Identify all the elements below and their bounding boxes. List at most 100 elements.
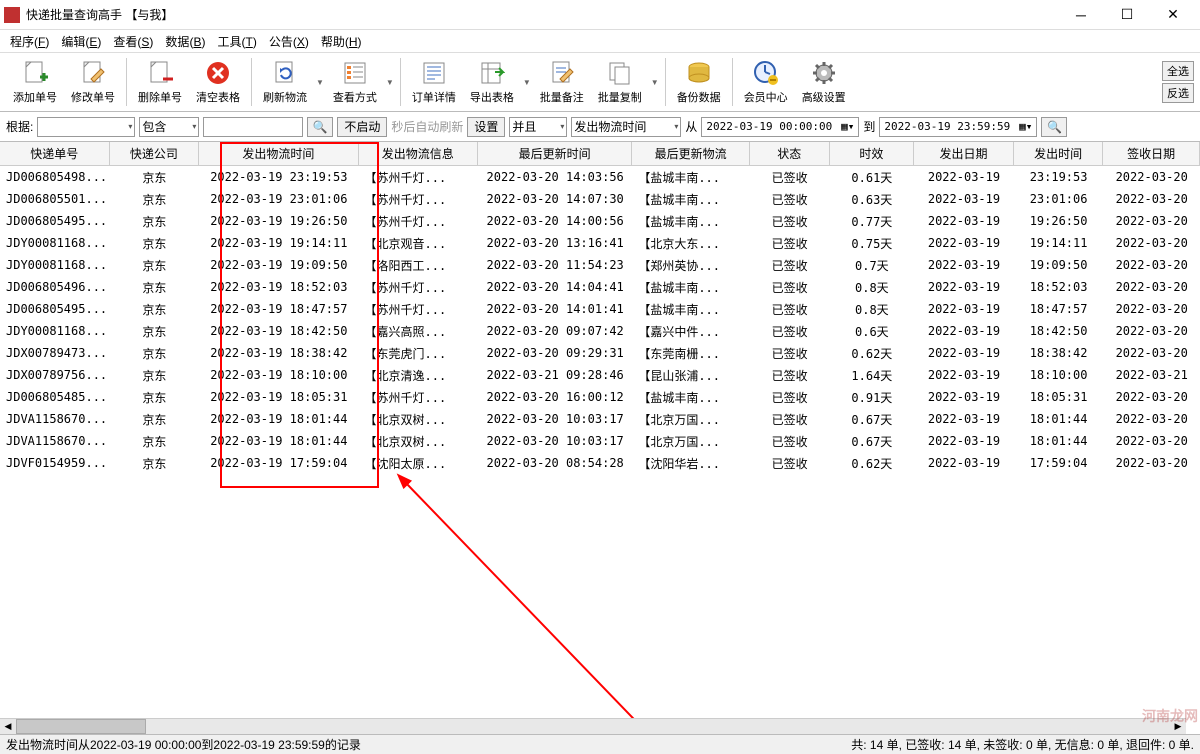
settings-button[interactable]: 高级设置 (795, 54, 853, 110)
viewmode-button[interactable]: 查看方式 (326, 54, 384, 110)
close-button[interactable]: ✕ (1150, 1, 1196, 29)
col-tracking[interactable]: 快递单号 (0, 142, 110, 165)
cell: JD006805501... (0, 188, 110, 210)
backup-button[interactable]: 备份数据 (670, 54, 728, 110)
refresh-button[interactable]: 刷新物流 (256, 54, 314, 110)
cell: 0.77天 (830, 210, 915, 232)
cell: 18:01:44 (1014, 430, 1104, 452)
and-combo[interactable]: 并且▾ (509, 117, 567, 137)
col-shiptime2[interactable]: 发出时间 (1014, 142, 1104, 165)
cell: 18:01:44 (1014, 408, 1104, 430)
cell: 【北京观音... (359, 232, 479, 254)
export-button[interactable]: 导出表格 (463, 54, 521, 110)
cell: 2022-03-20 09:29:31 (478, 342, 632, 364)
scroll-thumb[interactable] (16, 719, 146, 734)
horizontal-scrollbar[interactable]: ◀ ▶ (0, 718, 1186, 734)
col-duration[interactable]: 时效 (830, 142, 915, 165)
basis-combo[interactable]: ▾ (37, 117, 135, 137)
delete-button[interactable]: 删除单号 (131, 54, 189, 110)
date-from-input[interactable]: 2022-03-19 00:00:00▦▾ (701, 117, 859, 137)
notes-icon (548, 59, 576, 87)
menu-notice[interactable]: 公告(X) (263, 31, 315, 52)
member-button[interactable]: 会员中心 (737, 54, 795, 110)
copy-dropdown[interactable]: ▼ (649, 78, 661, 87)
menu-program[interactable]: 程序(F) (4, 31, 55, 52)
detail-button[interactable]: 订单详情 (405, 54, 463, 110)
field-combo[interactable]: 发出物流时间▾ (571, 117, 681, 137)
cell: 2022-03-20 (1103, 320, 1200, 342)
table-row[interactable]: JDY00081168...京东2022-03-19 18:42:50【嘉兴高照… (0, 320, 1200, 342)
col-company[interactable]: 快递公司 (110, 142, 200, 165)
col-updateinfo[interactable]: 最后更新物流 (632, 142, 750, 165)
cell: JD006805495... (0, 210, 110, 232)
table-row[interactable]: JD006805496...京东2022-03-19 18:52:03【苏州千灯… (0, 276, 1200, 298)
cell: 0.63天 (830, 188, 915, 210)
clear-button[interactable]: 清空表格 (189, 54, 247, 110)
table-row[interactable]: JD006805495...京东2022-03-19 19:26:50【苏州千灯… (0, 210, 1200, 232)
cell: 【苏州千灯... (359, 298, 479, 320)
table-row[interactable]: JDY00081168...京东2022-03-19 19:14:11【北京观音… (0, 232, 1200, 254)
cell: 【嘉兴高照... (359, 320, 479, 342)
col-shiptime[interactable]: 发出物流时间 (199, 142, 358, 165)
viewmode-dropdown[interactable]: ▼ (384, 78, 396, 87)
col-updatetime[interactable]: 最后更新时间 (478, 142, 632, 165)
cell: 【苏州千灯... (359, 386, 479, 408)
cell: 0.7天 (830, 254, 915, 276)
table-row[interactable]: JD006805485...京东2022-03-19 18:05:31【苏州千灯… (0, 386, 1200, 408)
table-row[interactable]: JD006805495...京东2022-03-19 18:47:57【苏州千灯… (0, 298, 1200, 320)
menu-data[interactable]: 数据(B) (159, 31, 211, 52)
cell: 已签收 (750, 298, 830, 320)
maximize-button[interactable]: ☐ (1104, 1, 1150, 29)
filter-search-button[interactable]: 🔍 (1041, 117, 1067, 137)
col-shipdate[interactable]: 发出日期 (914, 142, 1014, 165)
cell: JDX00789473... (0, 342, 110, 364)
cell: 2022-03-20 (1103, 452, 1200, 474)
menubar: 程序(F) 编辑(E) 查看(S) 数据(B) 工具(T) 公告(X) 帮助(H… (0, 30, 1200, 52)
invert-select-button[interactable]: 反选 (1162, 83, 1194, 103)
col-status[interactable]: 状态 (750, 142, 830, 165)
cell: 0.75天 (830, 232, 915, 254)
cell: 18:47:57 (1014, 298, 1104, 320)
menu-edit[interactable]: 编辑(E) (55, 31, 107, 52)
cell: 0.67天 (830, 408, 915, 430)
setup-button[interactable]: 设置 (467, 117, 505, 137)
scroll-left[interactable]: ◀ (0, 719, 16, 734)
nostart-button[interactable]: 不启动 (337, 117, 387, 137)
menu-help[interactable]: 帮助(H) (315, 31, 368, 52)
copy-button[interactable]: 批量复制 (591, 54, 649, 110)
status-right: 共: 14 单, 已签收: 14 单, 未签收: 0 单, 无信息: 0 单, … (851, 736, 1194, 753)
refresh-dropdown[interactable]: ▼ (314, 78, 326, 87)
table-row[interactable]: JD006805501...京东2022-03-19 23:01:06【苏州千灯… (0, 188, 1200, 210)
cell: 【苏州千灯... (359, 188, 479, 210)
table-body: JD006805498...京东2022-03-19 23:19:53【苏州千灯… (0, 166, 1200, 474)
table-row[interactable]: JDVF0154959...京东2022-03-19 17:59:04【沈阳太原… (0, 452, 1200, 474)
cell: 2022-03-20 13:16:41 (478, 232, 632, 254)
date-to-input[interactable]: 2022-03-19 23:59:59▦▾ (879, 117, 1037, 137)
select-all-button[interactable]: 全选 (1162, 61, 1194, 81)
edit-button[interactable]: 修改单号 (64, 54, 122, 110)
cell: 京东 (110, 254, 200, 276)
cell: 2022-03-20 10:03:17 (478, 430, 632, 452)
search-icon: 🔍 (1047, 120, 1062, 134)
cell: 【北京万国... (632, 408, 750, 430)
cell: 2022-03-20 10:03:17 (478, 408, 632, 430)
filter-input[interactable] (203, 117, 303, 137)
table-row[interactable]: JDY00081168...京东2022-03-19 19:09:50【洛阳西工… (0, 254, 1200, 276)
menu-view[interactable]: 查看(S) (107, 31, 159, 52)
search-button[interactable]: 🔍 (307, 117, 333, 137)
menu-tools[interactable]: 工具(T) (211, 31, 262, 52)
minimize-button[interactable]: ─ (1058, 1, 1104, 29)
table-row[interactable]: JDVA1158670...京东2022-03-19 18:01:44【北京双树… (0, 430, 1200, 452)
table-row[interactable]: JDVA1158670...京东2022-03-19 18:01:44【北京双树… (0, 408, 1200, 430)
cell: 0.8天 (830, 298, 915, 320)
cell: JDX00789756... (0, 364, 110, 386)
col-shipinfo[interactable]: 发出物流信息 (359, 142, 479, 165)
add-button[interactable]: 添加单号 (6, 54, 64, 110)
export-dropdown[interactable]: ▼ (521, 78, 533, 87)
table-row[interactable]: JD006805498...京东2022-03-19 23:19:53【苏州千灯… (0, 166, 1200, 188)
notes-button[interactable]: 批量备注 (533, 54, 591, 110)
col-recvdate[interactable]: 签收日期 (1103, 142, 1200, 165)
table-row[interactable]: JDX00789473...京东2022-03-19 18:38:42【东莞虎门… (0, 342, 1200, 364)
table-row[interactable]: JDX00789756...京东2022-03-19 18:10:00【北京清逸… (0, 364, 1200, 386)
contains-combo[interactable]: 包含▾ (139, 117, 199, 137)
